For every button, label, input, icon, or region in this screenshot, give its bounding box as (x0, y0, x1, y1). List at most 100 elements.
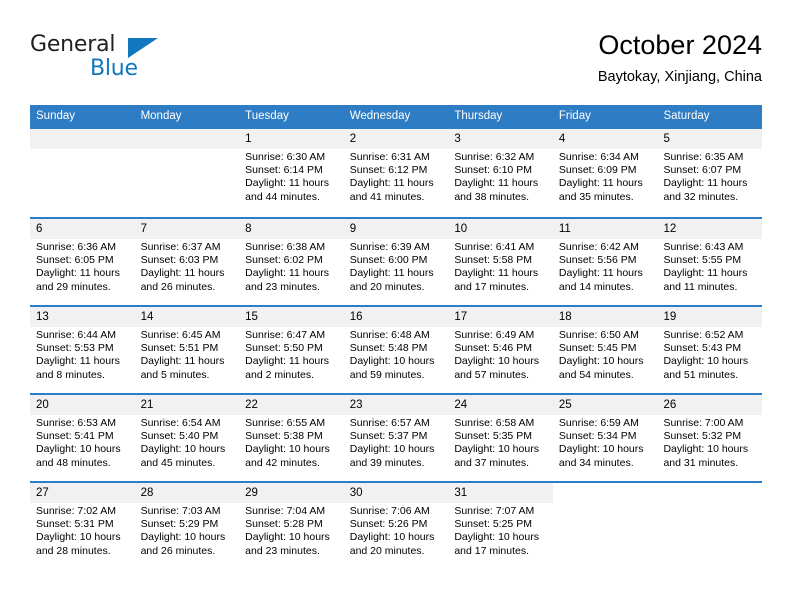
day-number: 13 (30, 307, 135, 327)
sun-info-line: Daylight: 11 hours (663, 177, 748, 190)
sun-info-line: Sunset: 5:25 PM (454, 518, 532, 531)
sun-info: Sunrise: 6:53 AM Sunset: 5:41 PM Daylight:… (30, 415, 135, 470)
sun-info-line: Daylight: 10 hours (140, 531, 226, 544)
calendar-day-cell[interactable]: 18 Sunrise: 6:50 AM Sunset: 5:45 PM Dayligh… (552, 307, 658, 393)
day-number: 27 (30, 483, 135, 503)
day-number: 15 (239, 307, 344, 327)
sun-info-line: Sunset: 6:14 PM (245, 164, 323, 177)
sun-info-line: Daylight: 10 hours (558, 443, 644, 456)
calendar-day-cell[interactable]: 4 Sunrise: 6:34 AM Sunset: 6:09 PM Daylight… (552, 129, 658, 217)
calendar-day-cell[interactable]: 28 Sunrise: 7:03 AM Sunset: 5:29 PM Dayligh… (134, 483, 240, 569)
sun-info: Sunrise: 6:43 AM Sunset: 5:55 PM Daylight:… (657, 239, 762, 294)
day-number: 5 (657, 129, 763, 149)
sun-info-line: and 39 minutes. (349, 456, 425, 469)
calendar-day-cell[interactable]: 20 Sunrise: 6:53 AM Sunset: 5:41 PM Dayligh… (30, 395, 135, 481)
day-number (657, 483, 763, 503)
sun-info-line: Sunset: 6:07 PM (663, 164, 742, 177)
sun-info: Sunrise: 6:39 AM Sunset: 6:00 PM Daylight:… (344, 239, 449, 294)
sun-info-line: Sunrise: 6:55 AM (245, 417, 326, 429)
calendar-day-cell[interactable]: 2 Sunrise: 6:31 AM Sunset: 6:12 PM Daylight… (343, 129, 449, 217)
calendar-day-cell[interactable]: 10 Sunrise: 6:41 AM Sunset: 5:58 PM Dayligh… (448, 219, 553, 305)
sun-info-line: Sunset: 5:37 PM (349, 430, 428, 443)
sun-info-line: and 57 minutes. (454, 368, 530, 381)
calendar-day-cell[interactable]: 23 Sunrise: 6:57 AM Sunset: 5:37 PM Dayligh… (343, 395, 449, 481)
sun-info-line: Daylight: 10 hours (454, 355, 539, 368)
calendar-day-cell[interactable]: 6 Sunrise: 6:36 AM Sunset: 6:05 PM Daylight… (30, 219, 135, 305)
day-number: 17 (448, 307, 553, 327)
calendar-day-cell[interactable]: 3 Sunrise: 6:32 AM Sunset: 6:10 PM Daylight… (448, 129, 553, 217)
sun-info-line: and 41 minutes. (349, 190, 425, 203)
sun-info-line: and 44 minutes. (245, 190, 320, 203)
calendar-week-row: 27 Sunrise: 7:02 AM Sunset: 5:31 PM Dayligh… (30, 481, 763, 569)
sun-info-line: Sunrise: 6:39 AM (349, 241, 430, 253)
calendar-day-cell[interactable]: 24 Sunrise: 6:58 AM Sunset: 5:35 PM Dayligh… (448, 395, 553, 481)
sun-info: Sunrise: 6:36 AM Sunset: 6:05 PM Daylight:… (30, 239, 135, 294)
location-subtitle: Baytokay, Xinjiang, China (597, 69, 762, 85)
sun-info-line: Daylight: 11 hours (558, 177, 643, 190)
day-number (552, 483, 658, 503)
sun-info: Sunrise: 6:45 AM Sunset: 5:51 PM Daylight:… (135, 327, 240, 382)
calendar-day-cell[interactable]: 8 Sunrise: 6:38 AM Sunset: 6:02 PM Daylight… (239, 219, 344, 305)
calendar-day-cell[interactable]: 13 Sunrise: 6:44 AM Sunset: 5:53 PM Dayligh… (30, 307, 135, 393)
sun-info: Sunrise: 6:32 AM Sunset: 6:10 PM Daylight:… (448, 149, 553, 204)
calendar-day-cell[interactable]: 31 Sunrise: 7:07 AM Sunset: 5:25 PM Dayligh… (448, 483, 553, 569)
calendar-cell-empty (134, 129, 240, 217)
calendar-day-cell[interactable]: 17 Sunrise: 6:49 AM Sunset: 5:46 PM Dayligh… (448, 307, 553, 393)
sun-info-line: Sunset: 5:53 PM (36, 342, 114, 355)
sun-info-line: Daylight: 11 hours (454, 267, 539, 280)
calendar-day-cell[interactable]: 15 Sunrise: 6:47 AM Sunset: 5:50 PM Dayligh… (239, 307, 344, 393)
calendar-day-cell[interactable]: 21 Sunrise: 6:54 AM Sunset: 5:40 PM Dayligh… (134, 395, 240, 481)
calendar-day-cell[interactable]: 5 Sunrise: 6:35 AM Sunset: 6:07 PM Daylight… (657, 129, 763, 217)
sun-info-line: Sunset: 5:58 PM (454, 254, 532, 267)
calendar-day-cell[interactable]: 26 Sunrise: 7:00 AM Sunset: 5:32 PM Dayligh… (657, 395, 763, 481)
sun-info-line: Sunrise: 7:00 AM (663, 417, 744, 429)
calendar-day-cell[interactable]: 11 Sunrise: 6:42 AM Sunset: 5:56 PM Dayligh… (552, 219, 658, 305)
calendar-grid: Sunday Monday Tuesday Wednesday Thursday Frid… (30, 105, 763, 569)
calendar-week-row: 1 Sunrise: 6:30 AM Sunset: 6:14 PM Daylight… (30, 129, 763, 217)
sun-info-line: Sunrise: 6:31 AM (349, 151, 430, 163)
sun-info-line: Daylight: 11 hours (140, 267, 225, 280)
day-number: 25 (552, 395, 658, 415)
sun-info-line: Daylight: 11 hours (140, 355, 225, 368)
sun-info-line: Sunset: 5:50 PM (245, 342, 323, 355)
calendar-day-cell[interactable]: 22 Sunrise: 6:55 AM Sunset: 5:38 PM Dayligh… (239, 395, 344, 481)
calendar-day-cell[interactable]: 29 Sunrise: 7:04 AM Sunset: 5:28 PM Dayligh… (239, 483, 344, 569)
sun-info-line: Sunrise: 6:59 AM (558, 417, 639, 429)
sun-info: Sunrise: 6:49 AM Sunset: 5:46 PM Daylight:… (448, 327, 553, 382)
sun-info: Sunrise: 6:30 AM Sunset: 6:14 PM Daylight:… (239, 149, 344, 204)
sun-info-line: and 28 minutes. (36, 544, 111, 557)
sun-info-line: Sunrise: 6:34 AM (558, 151, 639, 163)
calendar-day-cell[interactable]: 30 Sunrise: 7:06 AM Sunset: 5:26 PM Dayligh… (343, 483, 449, 569)
sun-info-line: Daylight: 11 hours (558, 267, 643, 280)
brand-logo[interactable]: General Blue (30, 32, 230, 88)
sun-info-line: Sunrise: 6:50 AM (558, 329, 639, 341)
calendar-day-cell[interactable]: 7 Sunrise: 6:37 AM Sunset: 6:03 PM Daylight… (134, 219, 240, 305)
calendar-day-cell[interactable]: 19 Sunrise: 6:52 AM Sunset: 5:43 PM Dayligh… (657, 307, 763, 393)
day-number: 8 (239, 219, 344, 239)
sun-info-line: Daylight: 10 hours (663, 443, 749, 456)
sun-info-line: Sunset: 5:29 PM (140, 518, 219, 531)
sun-info: Sunrise: 6:48 AM Sunset: 5:48 PM Daylight:… (344, 327, 449, 382)
sun-info: Sunrise: 6:31 AM Sunset: 6:12 PM Daylight:… (344, 149, 449, 204)
calendar-day-cell[interactable]: 27 Sunrise: 7:02 AM Sunset: 5:31 PM Dayligh… (30, 483, 135, 569)
day-number: 4 (552, 129, 658, 149)
sun-info: Sunrise: 6:55 AM Sunset: 5:38 PM Daylight:… (239, 415, 344, 470)
calendar-day-cell[interactable]: 1 Sunrise: 6:30 AM Sunset: 6:14 PM Daylight… (239, 129, 344, 217)
calendar-day-cell[interactable]: 25 Sunrise: 6:59 AM Sunset: 5:34 PM Dayligh… (552, 395, 658, 481)
day-number: 31 (448, 483, 553, 503)
calendar-day-cell[interactable]: 12 Sunrise: 6:43 AM Sunset: 5:55 PM Dayligh… (657, 219, 763, 305)
weekday-header-thursday: Thursday (454, 110, 503, 122)
sun-info-line: Sunrise: 6:44 AM (36, 329, 116, 341)
sun-info-line: Sunset: 5:48 PM (349, 342, 428, 355)
calendar-day-cell[interactable]: 9 Sunrise: 6:39 AM Sunset: 6:00 PM Daylight… (343, 219, 449, 305)
sun-info-line: Sunrise: 6:30 AM (245, 151, 326, 163)
calendar-week-row: 13 Sunrise: 6:44 AM Sunset: 5:53 PM Dayligh… (30, 305, 763, 393)
sun-info-line: Daylight: 10 hours (349, 443, 435, 456)
sun-info-line: Daylight: 11 hours (245, 355, 330, 368)
calendar-day-cell[interactable]: 16 Sunrise: 6:48 AM Sunset: 5:48 PM Dayligh… (343, 307, 449, 393)
sun-info-line: Sunrise: 7:02 AM (36, 505, 116, 517)
calendar-day-cell[interactable]: 14 Sunrise: 6:45 AM Sunset: 5:51 PM Dayligh… (134, 307, 240, 393)
sun-info-line: Sunset: 6:12 PM (349, 164, 428, 177)
sun-info-line: and 42 minutes. (245, 456, 320, 469)
calendar-cell-empty (657, 483, 763, 569)
